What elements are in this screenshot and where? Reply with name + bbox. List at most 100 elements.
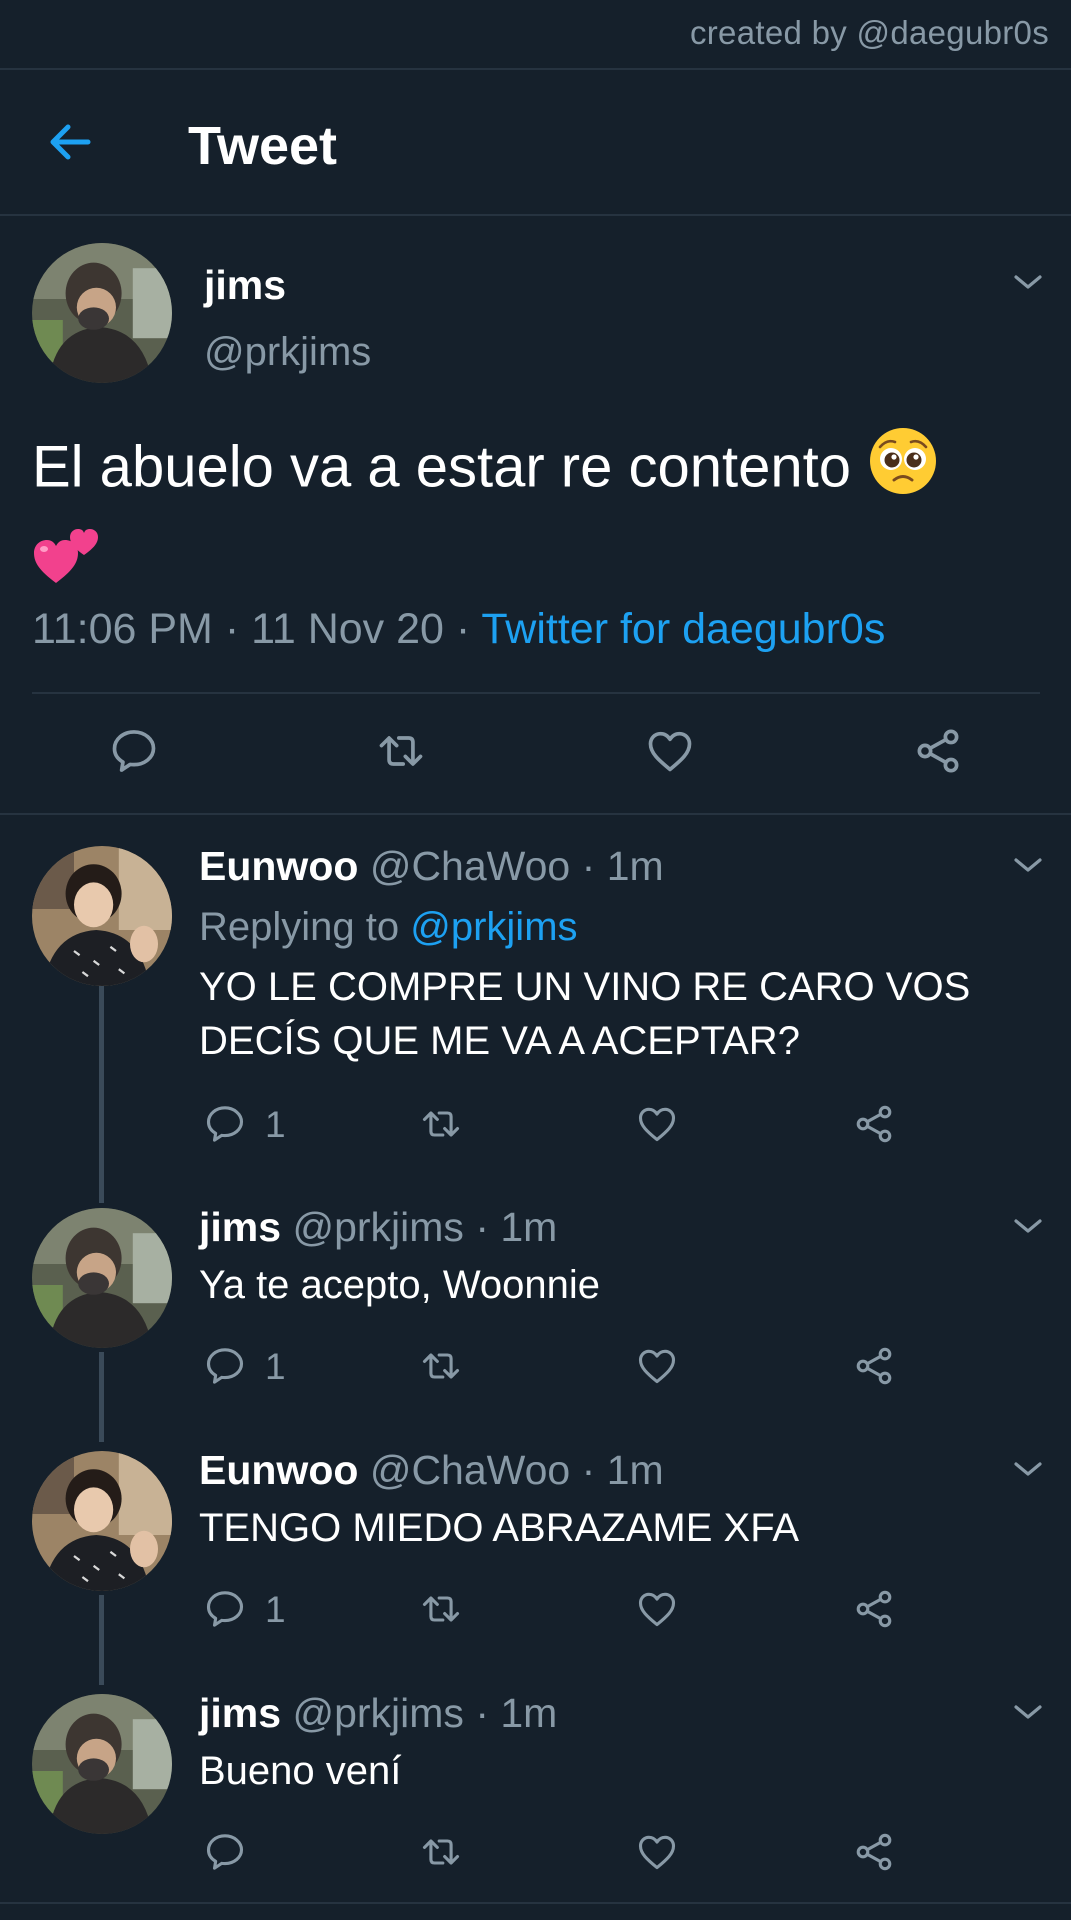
separator: · — [455, 605, 471, 653]
retweet-button[interactable] — [419, 1102, 463, 1146]
reply-button[interactable] — [203, 1102, 247, 1146]
retweet-icon — [419, 1102, 463, 1146]
retweet-button[interactable] — [419, 1830, 463, 1874]
reply-text: YO LE COMPRE UN VINO RE CARO VOS DECÍS Q… — [199, 965, 971, 1063]
avatar-image — [32, 243, 172, 383]
tweet-menu-button[interactable] — [1010, 853, 1046, 877]
reply-button[interactable] — [203, 1830, 247, 1874]
thread-line — [99, 1352, 104, 1442]
reply-icon — [203, 1830, 247, 1874]
divider — [0, 214, 1071, 216]
reply-header: Eunwoo @ChaWoo · 1m — [199, 1447, 664, 1494]
tweet-menu-button[interactable] — [1010, 1700, 1046, 1724]
thread-line — [99, 1595, 104, 1685]
avatar-image — [32, 1451, 172, 1591]
like-button[interactable] — [635, 1344, 679, 1388]
author-name[interactable]: jims — [204, 262, 286, 309]
pleading-face-emoji — [867, 425, 939, 517]
share-icon — [912, 725, 964, 777]
reply-text: TENGO MIEDO ABRAZAME XFA — [199, 1506, 800, 1550]
reply-header: jims @prkjims · 1m — [199, 1690, 557, 1737]
reply-time: 1m — [500, 1204, 558, 1250]
author-name[interactable]: Eunwoo — [199, 1447, 358, 1493]
avatar[interactable] — [32, 846, 172, 986]
watermark: created by @daegubr0s — [689, 14, 1049, 51]
like-icon — [635, 1344, 679, 1388]
like-button[interactable] — [635, 1830, 679, 1874]
retweet-button[interactable] — [419, 1344, 463, 1388]
share-icon — [852, 1587, 896, 1631]
retweet-icon — [419, 1344, 463, 1388]
avatar[interactable] — [32, 243, 172, 383]
author-name[interactable]: jims — [199, 1204, 281, 1250]
share-icon — [852, 1344, 896, 1388]
reply-count: 1 — [265, 1104, 286, 1145]
separator: · — [581, 843, 596, 889]
reply-header: Eunwoo @ChaWoo · 1m — [199, 843, 664, 890]
author-handle[interactable]: @prkjims — [204, 330, 371, 375]
avatar[interactable] — [32, 1451, 172, 1591]
author-name[interactable]: jims — [199, 1690, 281, 1736]
reply-time: 1m — [500, 1690, 558, 1736]
share-button[interactable] — [912, 725, 964, 777]
tweet-menu-button[interactable] — [1010, 1214, 1046, 1238]
two-hearts-emoji — [32, 517, 104, 609]
reply-icon — [203, 1102, 247, 1146]
chevron-down-icon — [1010, 270, 1046, 294]
chevron-down-icon — [1010, 853, 1046, 877]
reply-text: Ya te acepto, Woonnie — [199, 1263, 601, 1307]
page-title: Tweet — [188, 116, 338, 176]
separator: · — [224, 605, 240, 653]
mention-link[interactable]: @prkjims — [410, 905, 577, 949]
reply-button[interactable] — [203, 1587, 247, 1631]
share-button[interactable] — [852, 1102, 896, 1146]
like-icon — [635, 1587, 679, 1631]
reply-header: jims @prkjims · 1m — [199, 1204, 557, 1251]
header: Tweet — [0, 70, 1071, 215]
tweet-menu-button[interactable] — [1010, 270, 1046, 294]
tweet-text-content: El abuelo va a estar re contento — [32, 434, 851, 500]
reply-button[interactable] — [203, 1344, 247, 1388]
separator: · — [475, 1204, 489, 1250]
like-button[interactable] — [635, 1587, 679, 1631]
reply-button[interactable] — [108, 725, 160, 777]
share-button[interactable] — [852, 1344, 896, 1388]
tweet-source-link[interactable]: Twitter for daegubr0s — [481, 605, 885, 653]
like-button[interactable] — [644, 725, 696, 777]
retweet-button[interactable] — [375, 725, 427, 777]
tweet-text: El abuelo va a estar re contento — [32, 425, 1032, 609]
tweet-menu-button[interactable] — [1010, 1457, 1046, 1481]
retweet-icon — [375, 725, 427, 777]
author-handle[interactable]: @ChaWoo — [370, 1447, 570, 1493]
reply-icon — [203, 1587, 247, 1631]
separator: · — [581, 1447, 596, 1493]
reply-text: Bueno vení — [199, 1749, 402, 1793]
tweet-time: 11:06 PM — [32, 605, 213, 653]
author-name[interactable]: Eunwoo — [199, 843, 358, 889]
like-icon — [644, 725, 696, 777]
author-handle[interactable]: @prkjims — [292, 1204, 463, 1250]
like-icon — [635, 1830, 679, 1874]
retweet-icon — [419, 1587, 463, 1631]
author-handle[interactable]: @prkjims — [292, 1690, 463, 1736]
divider — [32, 692, 1040, 694]
like-icon — [635, 1102, 679, 1146]
retweet-button[interactable] — [419, 1587, 463, 1631]
replying-to: Replying to @prkjims — [199, 905, 578, 950]
thread-line — [99, 985, 104, 1203]
back-button[interactable] — [42, 116, 102, 168]
avatar-image — [32, 1694, 172, 1834]
share-button[interactable] — [852, 1830, 896, 1874]
author-handle[interactable]: @ChaWoo — [370, 843, 570, 889]
avatar-image — [32, 846, 172, 986]
chevron-down-icon — [1010, 1214, 1046, 1238]
separator: · — [475, 1690, 489, 1736]
share-button[interactable] — [852, 1587, 896, 1631]
divider — [0, 1902, 1071, 1904]
retweet-icon — [419, 1830, 463, 1874]
avatar[interactable] — [32, 1694, 172, 1834]
tweet-date: 11 Nov 20 — [251, 605, 444, 653]
avatar[interactable] — [32, 1208, 172, 1348]
like-button[interactable] — [635, 1102, 679, 1146]
chevron-down-icon — [1010, 1700, 1046, 1724]
